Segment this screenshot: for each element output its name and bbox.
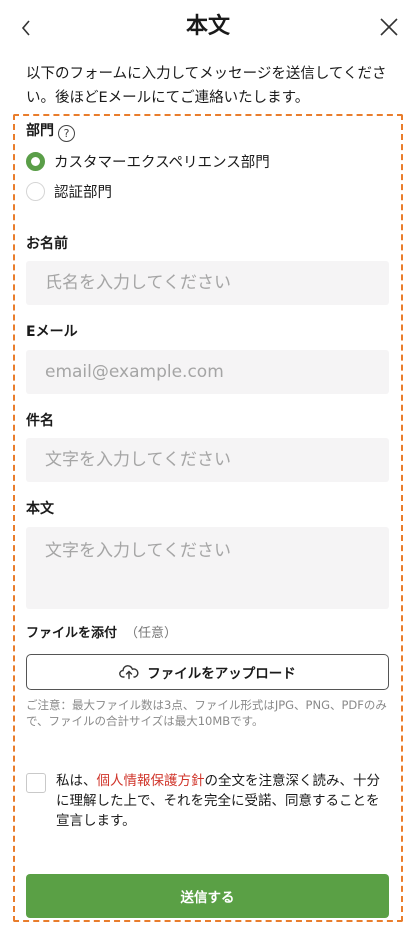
radio-button[interactable] (26, 181, 45, 201)
email-label: Eメール (26, 324, 78, 340)
subject-input[interactable] (26, 438, 389, 482)
attachment-label: ファイルを添付 （任意） (26, 624, 177, 644)
subject-label: 件名 (26, 413, 54, 429)
radio-button-selected[interactable] (26, 151, 45, 171)
header: 本文 (0, 0, 416, 54)
body-label: 本文 (26, 501, 54, 517)
privacy-policy-link[interactable]: 個人情報保護方針 (97, 773, 205, 789)
radio-authentication[interactable]: 認証部門 (26, 179, 112, 203)
cloud-upload-icon (119, 665, 139, 680)
close-icon (380, 18, 398, 36)
radio-customer-experience[interactable]: カスタマーエクスペリエンス部門 (26, 149, 270, 173)
intro-text: 以下のフォームに入力してメッセージを送信してください。後ほどEメールにてご連絡い… (26, 66, 387, 106)
upload-button[interactable]: ファイルをアップロード (26, 654, 389, 690)
department-label-text: 部門 (26, 123, 54, 139)
radio-label: カスタマーエクスペリエンス部門 (54, 154, 270, 171)
agreement-text: 私は、個人情報保護方針の全文を注意深く読み、十分に理解した上で、それを完全に受諾… (56, 771, 388, 831)
agreement-checkbox[interactable] (26, 773, 46, 793)
question-circle-icon[interactable]: ? (58, 125, 75, 142)
name-input[interactable] (26, 261, 389, 305)
optional-tag: （任意） (125, 626, 178, 641)
attachment-label-text: ファイルを添付 (26, 626, 118, 641)
agreement-text-before: 私は、 (56, 773, 97, 789)
page-title: 本文 (185, 14, 230, 39)
attachment-note: ご注意：最大ファイル数は3点、ファイル形式はJPG、PNG、PDFのみで、ファイ… (26, 698, 387, 728)
department-label: 部門? (26, 121, 75, 142)
body-textarea[interactable] (26, 527, 389, 609)
close-button[interactable] (376, 14, 402, 40)
submit-button[interactable]: 送信する (26, 874, 389, 918)
upload-button-label: ファイルをアップロード (147, 666, 296, 682)
name-label: お名前 (26, 236, 68, 252)
radio-label: 認証部門 (54, 184, 112, 201)
email-input[interactable] (26, 350, 389, 394)
